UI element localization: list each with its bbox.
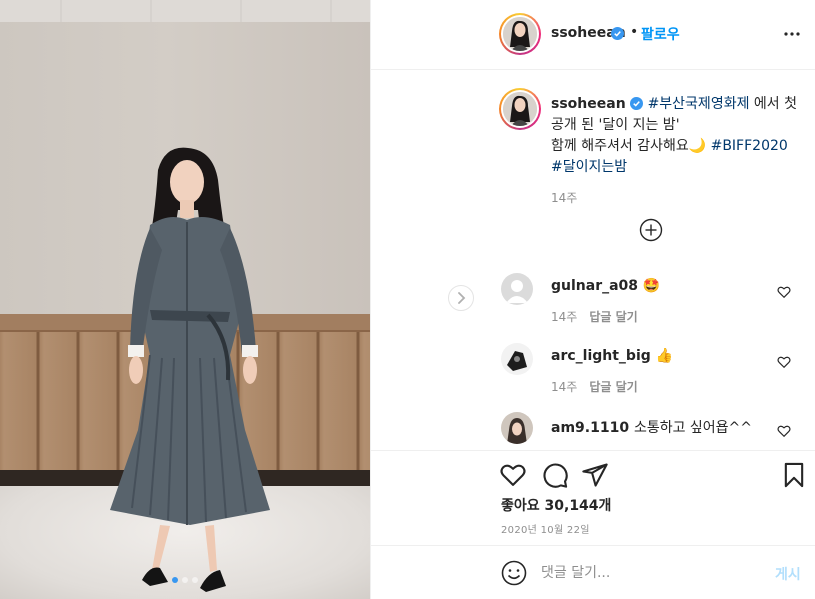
heart-icon[interactable] (777, 355, 791, 369)
carousel-dot (172, 577, 178, 583)
hashtag-biff2020[interactable]: #BIFF2020 (711, 138, 788, 154)
hashtag-biff-korean[interactable]: #부산국제영화제 (648, 96, 750, 112)
heart-icon[interactable] (499, 461, 527, 489)
comment-icon[interactable] (541, 461, 569, 489)
commenter-avatar-image (501, 412, 533, 444)
heart-icon[interactable] (777, 285, 791, 299)
comment-item: gulnar_a08 🤩 14주 답글 달기 (501, 273, 815, 333)
post-actions: 좋아요 30,144개 2020년 10월 22일 (371, 450, 815, 545)
caption-avatar-image (503, 92, 537, 126)
post-comment-button[interactable]: 게시 (775, 564, 801, 584)
photo-person-figure (110, 147, 270, 592)
heart-icon[interactable] (777, 424, 791, 438)
verified-icon (611, 27, 624, 40)
carousel-dot (182, 577, 188, 583)
default-avatar-icon (501, 273, 533, 305)
commenter-avatar-image (501, 343, 533, 375)
comment-time[interactable]: 14주 (551, 380, 577, 394)
carousel-indicator (172, 577, 198, 583)
add-comment-bar: 게시 (371, 545, 815, 599)
comment-time[interactable]: 14주 (551, 310, 577, 324)
follow-button[interactable]: 팔로우 (641, 24, 680, 44)
likes-count[interactable]: 좋아요 30,144개 (501, 495, 611, 515)
emoji-icon[interactable] (501, 560, 527, 586)
share-icon[interactable] (581, 461, 609, 489)
post-photo[interactable] (0, 0, 370, 599)
plus-circle-icon[interactable] (639, 218, 663, 242)
header-separator: • (630, 24, 639, 40)
post-header: ssoheean • 팔로우 (371, 0, 815, 70)
commenter-avatar[interactable] (501, 273, 533, 305)
comment-text: 🤩 (642, 278, 661, 294)
carousel-dot (192, 577, 198, 583)
comment-text: 소통하고 싶어욥^^ (633, 420, 753, 436)
reply-button[interactable]: 답글 달기 (589, 380, 637, 394)
post-side-panel: ssoheean • 팔로우 ssoheean #부산국제영화제 에서 첫 공개… (370, 0, 815, 599)
caption-line2: 함께 해주셔서 감사해요🌙 (551, 138, 711, 154)
caption-time[interactable]: 14주 (551, 188, 801, 209)
caption-avatar[interactable] (499, 88, 541, 130)
commenter-username[interactable]: gulnar_a08 (551, 278, 638, 294)
bookmark-icon[interactable] (780, 461, 808, 489)
comment-input[interactable] (541, 560, 761, 586)
author-avatar-image (503, 17, 537, 51)
hashtag-movie-title[interactable]: #달이지는밤 (551, 159, 627, 175)
commenter-avatar[interactable] (501, 412, 533, 444)
commenter-avatar[interactable] (501, 343, 533, 375)
photo-ceiling (0, 0, 370, 22)
verified-icon (630, 97, 644, 110)
comment-item: arc_light_big 👍 14주 답글 달기 (501, 343, 815, 403)
post-date[interactable]: 2020년 10월 22일 (501, 521, 590, 536)
comment-text: 👍 (655, 348, 674, 364)
author-avatar[interactable] (499, 13, 541, 55)
commenter-username[interactable]: arc_light_big (551, 348, 651, 364)
reply-button[interactable]: 답글 달기 (589, 310, 637, 324)
commenter-username[interactable]: am9.1110 (551, 420, 629, 436)
caption-username[interactable]: ssoheean (551, 96, 626, 112)
caption-text: ssoheean #부산국제영화제 에서 첫 공개 된 '달이 지는 밤' 함께… (551, 94, 801, 209)
more-icon[interactable] (782, 24, 802, 44)
